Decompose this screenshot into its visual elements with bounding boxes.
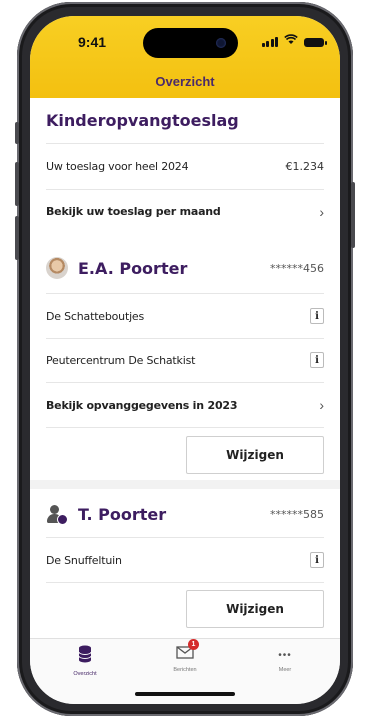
toeslag-month-link[interactable]: Bekijk uw toeslag per maand › (46, 189, 324, 234)
dynamic-island (143, 28, 238, 58)
child-2-name: T. Poorter (78, 504, 167, 524)
provider-row[interactable]: Peutercentrum De Schatkist i (46, 338, 324, 383)
opvanggegevens-link[interactable]: Bekijk opvanggegevens in 2023 › (46, 383, 324, 428)
child-2-header: T. Poorter ******585 (46, 501, 324, 527)
side-button-volume-up (15, 162, 19, 206)
unread-badge: 1 (188, 639, 199, 650)
signal-icon (261, 36, 278, 47)
wijzigen-button[interactable]: Wijzigen (186, 590, 324, 628)
opvanggegevens-label: Bekijk opvanggegevens in 2023 (46, 398, 238, 412)
toeslag-card: Kinderopvangtoeslag Uw toeslag voor heel… (30, 98, 340, 244)
status-badge (57, 514, 68, 525)
camera-icon (216, 38, 226, 48)
phone-screen: 9:41 Overzicht Kinderopvangtoeslag Uw to… (30, 16, 340, 704)
main-content[interactable]: Kinderopvangtoeslag Uw toeslag voor heel… (30, 98, 340, 638)
more-icon: ••• (278, 650, 292, 661)
toeslag-year-row: Uw toeslag voor heel 2024 €1.234 (46, 143, 324, 190)
child-card-2: T. Poorter ******585 De Snuffeltuin i Wi… (30, 489, 340, 638)
chevron-right-icon: › (319, 397, 324, 413)
tab-label: Berichten (173, 667, 197, 673)
info-icon[interactable]: i (310, 352, 324, 368)
side-button-volume-down (15, 216, 19, 260)
tab-label: Meer (278, 667, 292, 673)
provider-name: Peutercentrum De Schatkist (46, 353, 196, 367)
wijzigen-button[interactable]: Wijzigen (186, 436, 324, 474)
info-icon[interactable]: i (310, 552, 324, 568)
provider-name: De Schatteboutjes (46, 309, 145, 323)
toeslag-year-label: Uw toeslag voor heel 2024 (46, 159, 189, 173)
wifi-icon (284, 34, 298, 47)
child-1-header: E.A. Poorter ******456 (46, 255, 324, 281)
tab-meer[interactable]: ••• Meer (245, 645, 325, 673)
avatar (46, 257, 68, 279)
status-icons (261, 34, 327, 47)
toeslag-year-amount: €1.234 (285, 159, 325, 173)
provider-row[interactable]: De Snuffeltuin i (46, 537, 324, 583)
toeslag-title-row: Kinderopvangtoeslag (46, 98, 324, 144)
home-indicator (135, 692, 235, 696)
user-icon (46, 503, 68, 525)
tab-overzicht[interactable]: Overzicht (45, 645, 125, 677)
info-icon[interactable]: i (310, 308, 324, 324)
provider-row[interactable]: De Schatteboutjes i (46, 293, 324, 339)
toeslag-title: Kinderopvangtoeslag (46, 111, 239, 130)
side-button-power (351, 182, 355, 248)
toeslag-month-label: Bekijk uw toeslag per maand (46, 205, 221, 218)
status-time: 9:41 (78, 34, 107, 50)
page-title: Overzicht (155, 74, 215, 89)
child-1-name: E.A. Poorter (78, 258, 188, 278)
chevron-right-icon: › (319, 203, 324, 220)
tab-berichten[interactable]: 1 Berichten (145, 639, 225, 673)
tab-label: Overzicht (73, 671, 97, 677)
child-1-bsn: ******456 (270, 261, 324, 275)
child-2-bsn: ******585 (270, 507, 324, 521)
provider-name: De Snuffeltuin (46, 553, 122, 567)
app-header: 9:41 Overzicht (30, 16, 340, 98)
battery-icon (304, 38, 327, 47)
child-card-1: E.A. Poorter ******456 De Schatteboutjes… (30, 243, 340, 480)
side-button-action (15, 122, 19, 144)
database-icon (78, 645, 92, 663)
